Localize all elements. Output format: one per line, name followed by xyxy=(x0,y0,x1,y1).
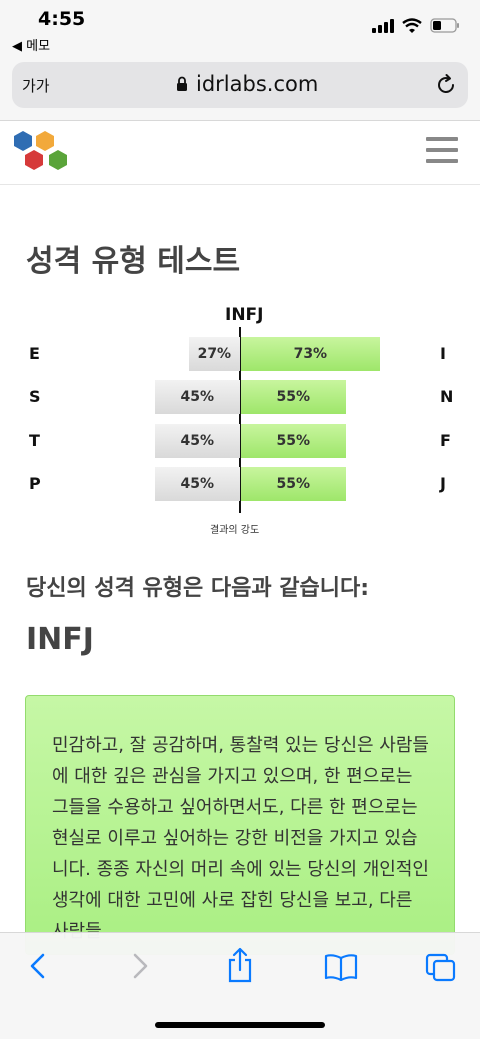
tabs-icon[interactable] xyxy=(425,953,457,983)
result-type-heading: INFJ xyxy=(26,622,94,657)
dimension-right-bar: 55% xyxy=(241,380,346,414)
back-icon[interactable] xyxy=(26,951,50,981)
url-text: idrlabs.com xyxy=(196,72,319,96)
reader-settings-button[interactable]: 가가 xyxy=(22,75,50,96)
address-bar[interactable]: 가가 idrlabs.com xyxy=(12,62,468,108)
dimension-right-bar: 55% xyxy=(241,467,346,501)
dimension-left-label: S xyxy=(29,387,41,406)
dimension-left-bar: 45% xyxy=(154,467,240,501)
dimension-left-bar: 27% xyxy=(188,337,240,371)
status-time: 4:55 xyxy=(38,8,86,30)
chart-footer-label: 결과의 강도 xyxy=(210,525,260,536)
battery-icon xyxy=(430,18,459,33)
wifi-icon xyxy=(402,18,422,33)
status-icons xyxy=(372,18,460,33)
home-indicator xyxy=(155,1022,325,1028)
dimension-left-label: E xyxy=(29,344,40,363)
forward-icon[interactable] xyxy=(128,951,152,981)
dimension-left-bar: 45% xyxy=(154,380,240,414)
status-bar: 4:55 ◀ 메모 xyxy=(0,0,480,56)
dimension-right-label: F xyxy=(440,431,451,450)
dimension-right-bar: 73% xyxy=(241,337,380,371)
url-display[interactable]: idrlabs.com xyxy=(176,72,318,96)
dimension-right-label: I xyxy=(440,344,446,363)
dimension-left-bar: 45% xyxy=(154,424,240,458)
description-box: 민감하고, 잘 공감하며, 통찰력 있는 당신은 사람들에 대한 깊은 관심을 … xyxy=(25,695,455,955)
description-text: 민감하고, 잘 공감하며, 통찰력 있는 당신은 사람들에 대한 깊은 관심을 … xyxy=(52,735,429,942)
chart-result-type: INFJ xyxy=(225,305,264,325)
back-to-app-link[interactable]: ◀ 메모 xyxy=(12,35,50,54)
dimension-right-label: N xyxy=(440,387,454,406)
share-icon[interactable] xyxy=(226,947,254,983)
bookmarks-icon[interactable] xyxy=(324,953,358,981)
site-logo[interactable] xyxy=(11,129,73,177)
site-header xyxy=(0,121,480,185)
page-title: 성격 유형 테스트 xyxy=(26,244,241,279)
result-subheading: 당신의 성격 유형은 다음과 같습니다: xyxy=(26,576,370,601)
reload-icon[interactable] xyxy=(434,73,458,97)
lock-icon xyxy=(177,76,187,91)
menu-icon[interactable] xyxy=(426,137,458,170)
dimension-left-label: T xyxy=(29,431,40,450)
dimension-right-bar: 55% xyxy=(241,424,346,458)
signal-icon xyxy=(372,18,394,33)
dimension-right-label: J xyxy=(440,474,446,493)
browser-address-area: 가가 idrlabs.com xyxy=(0,56,480,121)
dimension-left-label: P xyxy=(29,474,41,493)
